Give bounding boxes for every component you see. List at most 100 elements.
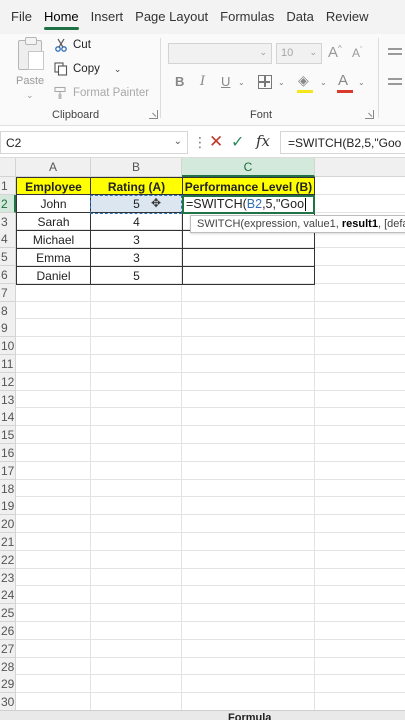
insert-function-button[interactable]: fx: [256, 132, 270, 150]
more-icon[interactable]: ⋮: [193, 134, 207, 151]
copy-button[interactable]: Copy ⌄: [54, 62, 121, 76]
row-header[interactable]: 14: [0, 408, 16, 427]
cell-a4[interactable]: Michael: [16, 231, 91, 249]
cell-a3[interactable]: Sarah: [16, 213, 91, 231]
font-color-icon[interactable]: A: [338, 72, 348, 89]
name-box-value: C2: [6, 136, 22, 150]
tab-file[interactable]: File: [0, 0, 38, 34]
cell-c5[interactable]: [182, 249, 315, 267]
cell-b4[interactable]: 3: [90, 231, 183, 249]
cell-a2[interactable]: John: [16, 195, 91, 213]
fill-color-icon[interactable]: ◈: [298, 72, 309, 89]
gridline-horizontal: [16, 567, 405, 569]
row-header[interactable]: 22: [0, 550, 16, 569]
clipboard-group-label: Clipboard: [52, 109, 100, 121]
borders-icon[interactable]: [258, 75, 272, 89]
row-header[interactable]: 3: [0, 212, 16, 231]
align-top-icon[interactable]: [388, 48, 402, 50]
row-header[interactable]: 4: [0, 230, 16, 249]
enter-check-icon[interactable]: ✓: [231, 132, 244, 152]
shrink-font-icon[interactable]: Aˇ: [352, 46, 362, 60]
font-size-select[interactable]: 10 ⌄: [276, 43, 322, 64]
row-header[interactable]: 5: [0, 248, 16, 267]
italic-button[interactable]: I: [200, 74, 205, 89]
function-tooltip[interactable]: SWITCH(expression, value1, result1, [def…: [190, 215, 405, 233]
tab-review[interactable]: Review: [320, 0, 375, 34]
chevron-down-icon: ⌄: [173, 136, 182, 147]
active-cell-c2[interactable]: =SWITCH(B2,5,"Goo: [182, 195, 315, 214]
cell-a6[interactable]: Daniel: [16, 267, 91, 285]
row-header[interactable]: 15: [0, 426, 16, 445]
chevron-down-icon[interactable]: ⌄: [358, 78, 365, 87]
grow-font-icon[interactable]: A^: [328, 44, 342, 61]
row-header[interactable]: 10: [0, 337, 16, 356]
formula-ref: B2: [246, 197, 263, 211]
tooltip-rest: , [default_or_value2], ...: [377, 218, 405, 230]
column-header-a[interactable]: A: [16, 158, 91, 177]
cell-c4[interactable]: [182, 231, 315, 249]
select-all-corner[interactable]: [0, 158, 16, 177]
row-header[interactable]: 20: [0, 515, 16, 534]
gridline-horizontal: [16, 514, 405, 516]
header-cell-employee[interactable]: Employee: [16, 177, 91, 195]
header-cell-performance[interactable]: Performance Level (B): [182, 177, 315, 195]
cell-c6[interactable]: [182, 267, 315, 285]
paste-button[interactable]: Paste ⌄: [12, 37, 48, 100]
sheet-tab-formula[interactable]: Formula: [228, 711, 271, 720]
gridline-horizontal: [16, 443, 405, 444]
cell-b5[interactable]: 3: [90, 249, 183, 267]
align-left-icon[interactable]: [388, 78, 402, 80]
chevron-down-icon[interactable]: ⌄: [238, 78, 245, 87]
name-box[interactable]: C2 ⌄: [0, 131, 188, 154]
formula-input[interactable]: =SWITCH(B2,5,"Goo: [280, 131, 405, 154]
row-header[interactable]: 7: [0, 283, 16, 302]
font-launcher-icon[interactable]: [365, 110, 374, 119]
row-header[interactable]: 16: [0, 444, 16, 462]
format-painter-button[interactable]: Format Painter: [54, 86, 149, 100]
row-header[interactable]: 13: [0, 390, 16, 409]
row-header[interactable]: 25: [0, 604, 16, 623]
row-header[interactable]: 9: [0, 319, 16, 338]
tab-insert[interactable]: Insert: [85, 0, 130, 34]
gridline-horizontal: [16, 336, 405, 338]
column-header-b[interactable]: B: [91, 158, 182, 177]
clipboard-launcher-icon[interactable]: [149, 110, 158, 119]
cell-b3[interactable]: 4: [90, 213, 183, 231]
group-divider: [378, 38, 379, 118]
column-header-c[interactable]: C: [182, 158, 315, 177]
chevron-down-icon[interactable]: ⌄: [320, 78, 327, 87]
cell-b6[interactable]: 5: [90, 267, 183, 285]
row-header[interactable]: 8: [0, 301, 16, 320]
row-header[interactable]: 23: [0, 568, 16, 587]
bold-button[interactable]: B: [175, 74, 184, 89]
column-header-d[interactable]: [315, 158, 405, 177]
row-header[interactable]: 28: [0, 657, 16, 676]
row-header[interactable]: 12: [0, 372, 16, 391]
chevron-down-icon[interactable]: ⌄: [114, 64, 122, 75]
row-header[interactable]: 2: [0, 194, 16, 213]
row-header[interactable]: 1: [0, 177, 16, 195]
row-header[interactable]: 6: [0, 266, 16, 284]
gridline-horizontal: [16, 300, 405, 302]
font-name-select[interactable]: ⌄: [168, 43, 272, 64]
cell-a5[interactable]: Emma: [16, 249, 91, 267]
cancel-icon[interactable]: ✕: [209, 132, 223, 152]
chevron-down-icon[interactable]: ⌄: [278, 78, 285, 87]
row-header[interactable]: 21: [0, 533, 16, 551]
header-cell-rating[interactable]: Rating (A): [90, 177, 183, 195]
row-header[interactable]: 24: [0, 586, 16, 605]
tab-formulas[interactable]: Formulas: [214, 0, 280, 34]
row-header[interactable]: 11: [0, 355, 16, 373]
row-header[interactable]: 27: [0, 639, 16, 658]
row-header[interactable]: 30: [0, 693, 16, 710]
row-header[interactable]: 17: [0, 461, 16, 480]
cut-button[interactable]: Cut: [54, 38, 91, 52]
underline-button[interactable]: U: [221, 74, 230, 89]
row-header[interactable]: 26: [0, 622, 16, 640]
row-header[interactable]: 18: [0, 479, 16, 498]
tab-home[interactable]: Home: [38, 0, 85, 34]
tab-page-layout[interactable]: Page Layout: [129, 0, 214, 34]
row-header[interactable]: 19: [0, 497, 16, 516]
row-header[interactable]: 29: [0, 675, 16, 694]
tab-data[interactable]: Data: [280, 0, 319, 34]
